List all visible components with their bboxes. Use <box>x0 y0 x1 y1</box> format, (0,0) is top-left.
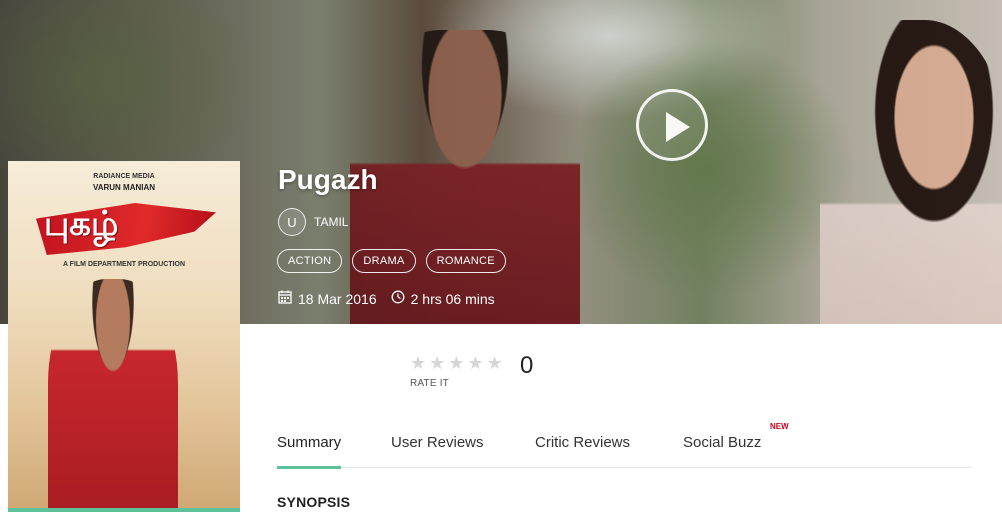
tab-social-buzz[interactable]: Social Buzz <box>683 434 761 468</box>
tab-user-reviews[interactable]: User Reviews <box>391 434 484 468</box>
star-icon[interactable]: ★ <box>448 352 464 374</box>
content-tabs: Summary User Reviews Critic Reviews Soci… <box>277 422 973 469</box>
poster-credit: A FILM DEPARTMENT PRODUCTION <box>62 261 186 268</box>
rating-count: 0 <box>520 352 534 379</box>
star-icon[interactable]: ★ <box>467 352 483 374</box>
synopsis-heading: SYNOPSIS <box>277 494 351 510</box>
genre-tag[interactable]: ACTION <box>277 249 343 273</box>
poster-studio: RADIANCE MEDIA <box>93 173 155 180</box>
new-badge: NEW <box>770 422 789 431</box>
star-rating[interactable]: ★ ★ ★ ★ ★ <box>410 352 506 374</box>
calendar-icon <box>278 290 292 307</box>
movie-title: Pugazh <box>278 164 378 195</box>
movie-meta: 18 Mar 2016 2 hrs 06 mins <box>278 290 495 307</box>
movie-poster: RADIANCE MEDIA VARUN MANIAN புகழ் A FILM… <box>8 161 240 512</box>
poster-title: புகழ் <box>44 205 119 243</box>
genre-tag[interactable]: DRAMA <box>352 249 416 273</box>
tab-critic-reviews[interactable]: Critic Reviews <box>535 434 630 468</box>
poster-actor-image <box>48 279 178 512</box>
tab-social-buzz-label: Social Buzz <box>683 434 762 451</box>
star-icon[interactable]: ★ <box>429 352 445 374</box>
certificate-badge: U <box>278 208 306 236</box>
poster-producer: VARUN MANIAN <box>92 183 156 192</box>
certificate-language: U TAMIL <box>278 208 348 236</box>
star-icon[interactable]: ★ <box>487 352 503 374</box>
poster-accent-strip <box>8 508 240 512</box>
duration: 2 hrs 06 mins <box>410 290 495 307</box>
genre-tag[interactable]: ROMANCE <box>425 249 506 273</box>
rating-widget: ★ ★ ★ ★ ★ RATE IT <box>410 352 506 389</box>
language-label: TAMIL <box>314 215 349 229</box>
release-date: 18 Mar 2016 <box>298 290 377 307</box>
clock-icon <box>391 290 405 307</box>
star-icon[interactable]: ★ <box>410 352 426 374</box>
tab-summary[interactable]: Summary <box>277 434 342 469</box>
genre-list: ACTION DRAMA ROMANCE <box>277 249 516 273</box>
rate-it-label: RATE IT <box>410 378 449 389</box>
play-trailer-button[interactable] <box>636 89 708 161</box>
